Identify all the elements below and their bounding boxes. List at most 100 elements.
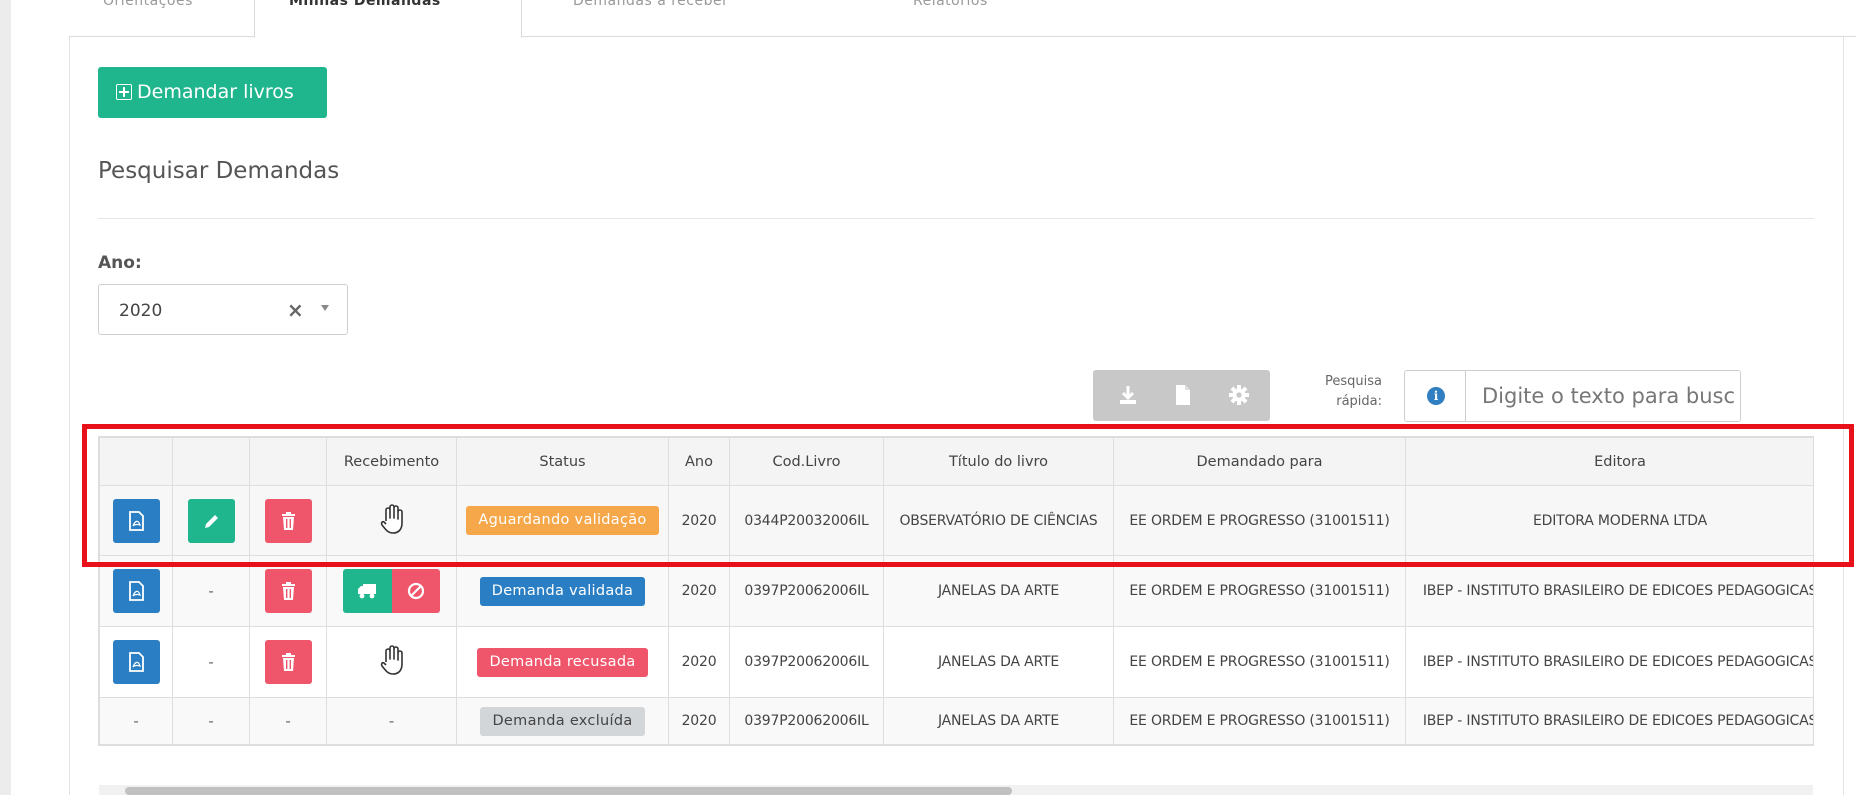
- table-header-row: Recebimento Status Ano Cod.Livro Título …: [99, 437, 1813, 486]
- editora-cell: IBEP - INSTITUTO BRASILEIRO DE EDICOES P…: [1405, 697, 1813, 745]
- ban-icon: [407, 582, 425, 600]
- delete-button[interactable]: [264, 498, 312, 543]
- pdf-icon: [128, 652, 144, 672]
- titulo-cell: JANELAS DA ARTE: [883, 626, 1114, 698]
- pdf-button[interactable]: [112, 640, 160, 684]
- hand-icon[interactable]: [377, 503, 407, 539]
- col-header-editora[interactable]: Editora: [1405, 437, 1813, 486]
- info-button[interactable]: i: [1405, 371, 1466, 421]
- pdf-icon: [128, 581, 144, 601]
- pesquisa-label: Pesquisa rápida:: [1290, 372, 1382, 412]
- cod-livro-cell: 0397P20062006IL: [729, 626, 884, 698]
- demandado-cell: EE ORDEM E PROGRESSO (31001511): [1113, 626, 1406, 698]
- receive-actions: [343, 569, 440, 613]
- cod-livro-cell: 0397P20062006IL: [729, 697, 884, 745]
- left-sidebar-strip: [0, 0, 11, 795]
- status-badge: Demanda validada: [479, 576, 646, 606]
- ano-cell: 2020: [668, 485, 730, 556]
- cod-livro-cell: 0397P20062006IL: [729, 555, 884, 627]
- col-header-delete: [249, 437, 327, 486]
- pdf-button[interactable]: [112, 569, 160, 613]
- quick-search: i: [1404, 370, 1741, 422]
- table-row: - - - - Demanda excluída 2020 0397P20062…: [99, 697, 1813, 745]
- trash-icon: [281, 582, 295, 600]
- hand-icon[interactable]: [377, 644, 407, 680]
- status-badge: Aguardando validação: [466, 506, 659, 535]
- edit-placeholder: -: [172, 697, 250, 745]
- edit-button[interactable]: [187, 498, 235, 543]
- status-badge: Demanda excluída: [480, 706, 645, 736]
- titulo-cell: OBSERVATÓRIO DE CIÊNCIAS: [883, 485, 1114, 556]
- table-empty-row: [99, 744, 1813, 745]
- ano-cell: 2020: [668, 697, 730, 745]
- table-row: - Demanda recusada 2020 0397P20062006IL …: [99, 626, 1813, 698]
- download-icon: [1120, 386, 1136, 404]
- delete-button[interactable]: [264, 640, 312, 684]
- col-header-demandado[interactable]: Demandado para: [1113, 437, 1406, 486]
- scrollbar-thumb[interactable]: [125, 787, 1012, 795]
- editora-cell: EDITORA MODERNA LTDA: [1405, 485, 1813, 556]
- col-header-recebimento[interactable]: Recebimento: [326, 437, 457, 486]
- status-badge: Demanda recusada: [477, 647, 648, 677]
- pdf-placeholder: -: [99, 697, 173, 745]
- demandado-cell: EE ORDEM E PROGRESSO (31001511): [1113, 697, 1406, 745]
- ano-select[interactable]: 2020 ×: [98, 284, 348, 335]
- file-icon: [1176, 385, 1190, 405]
- tab-bar: Orientações Minhas Demandas Demandas a r…: [69, 0, 1856, 38]
- demandas-table: Recebimento Status Ano Cod.Livro Título …: [98, 436, 1814, 746]
- ano-value: 2020: [119, 301, 163, 321]
- tab-demandas-receber[interactable]: Demandas a receber: [539, 0, 869, 37]
- tab-relatorios[interactable]: Relatórios: [879, 0, 1129, 37]
- edit-placeholder: -: [172, 626, 250, 698]
- recebimento-placeholder: -: [326, 697, 457, 745]
- gear-icon: [1229, 385, 1249, 405]
- pdf-icon: [128, 510, 144, 531]
- chevron-down-icon[interactable]: [321, 305, 329, 311]
- delete-placeholder: -: [249, 697, 327, 745]
- col-header-pdf: [99, 437, 173, 486]
- table-row: - Demanda validada 2020 0397P20062006IL …: [99, 555, 1813, 627]
- section-title: Pesquisar Demandas: [98, 158, 340, 184]
- delete-button[interactable]: [264, 569, 312, 613]
- trash-icon: [281, 653, 295, 671]
- divider: [98, 218, 1814, 219]
- editora-cell: IBEP - INSTITUTO BRASILEIRO DE EDICOES P…: [1405, 555, 1813, 627]
- table-row: Aguardando validação 2020 0344P20032006I…: [99, 485, 1813, 556]
- col-header-titulo[interactable]: Título do livro: [883, 437, 1114, 486]
- file-button[interactable]: [1155, 370, 1211, 421]
- trash-icon: [281, 511, 295, 530]
- titulo-cell: JANELAS DA ARTE: [883, 697, 1114, 745]
- ano-cell: 2020: [668, 626, 730, 698]
- edit-placeholder: -: [172, 555, 250, 627]
- col-header-status[interactable]: Status: [456, 437, 669, 486]
- export-toolbar: [1093, 370, 1270, 421]
- ano-cell: 2020: [668, 555, 730, 627]
- demandar-livros-label: Demandar livros: [137, 81, 294, 103]
- pesquisa-label-line2: rápida:: [1336, 394, 1382, 409]
- col-header-ano[interactable]: Ano: [668, 437, 730, 486]
- demandado-cell: EE ORDEM E PROGRESSO (31001511): [1113, 485, 1406, 556]
- download-button[interactable]: [1100, 370, 1156, 421]
- clear-icon[interactable]: ×: [287, 298, 304, 322]
- pdf-button[interactable]: [112, 498, 160, 543]
- plus-square-icon: [116, 84, 132, 100]
- pencil-icon: [204, 514, 218, 528]
- tab-minhas-demandas[interactable]: Minhas Demandas: [254, 0, 522, 38]
- demandado-cell: EE ORDEM E PROGRESSO (31001511): [1113, 555, 1406, 627]
- truck-icon: [358, 584, 376, 599]
- settings-button[interactable]: [1211, 370, 1267, 421]
- titulo-cell: JANELAS DA ARTE: [883, 555, 1114, 627]
- page-gutter: [11, 0, 69, 795]
- info-icon: i: [1427, 387, 1445, 405]
- editora-cell: IBEP - INSTITUTO BRASILEIRO DE EDICOES P…: [1405, 626, 1813, 698]
- tab-orientacoes[interactable]: Orientações: [69, 0, 253, 37]
- cancel-receive-button[interactable]: [392, 569, 440, 613]
- pesquisa-label-line1: Pesquisa: [1325, 374, 1382, 389]
- demandar-livros-button[interactable]: Demandar livros: [98, 67, 327, 118]
- cod-livro-cell: 0344P20032006IL: [729, 485, 884, 556]
- col-header-edit: [172, 437, 250, 486]
- col-header-cod-livro[interactable]: Cod.Livro: [729, 437, 884, 486]
- search-input[interactable]: [1467, 371, 1740, 421]
- ano-label: Ano:: [98, 253, 142, 273]
- receive-button[interactable]: [343, 569, 392, 613]
